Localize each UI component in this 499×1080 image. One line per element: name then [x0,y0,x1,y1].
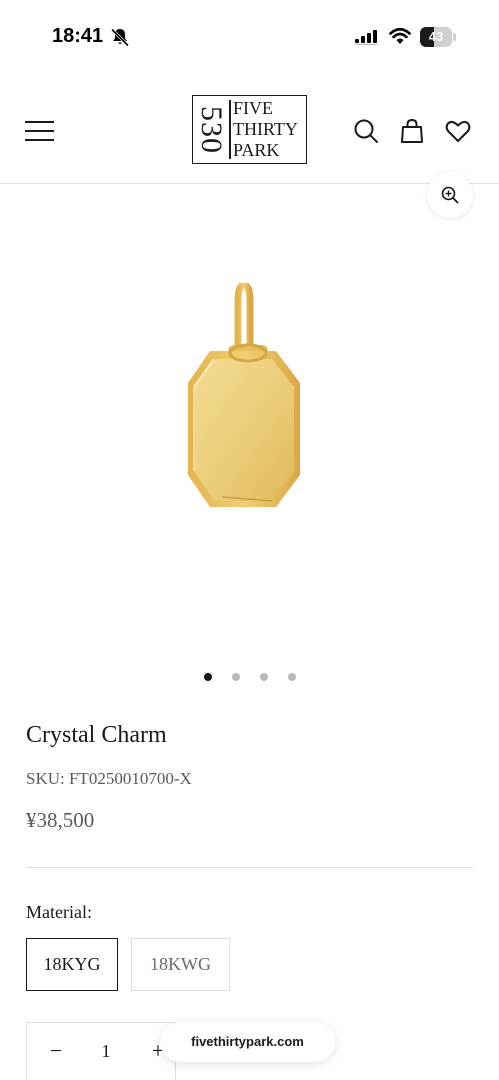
bell-slash-icon [110,28,130,47]
gallery-dot-1[interactable] [203,673,212,681]
quantity-stepper: − 1 + [26,1022,176,1080]
battery-level: 43 [428,29,444,44]
heart-icon[interactable] [444,117,472,145]
product-sku: SKU: FT0250010700-X [26,769,192,788]
gallery-dot-4[interactable] [287,673,296,681]
gallery-dot-3[interactable] [259,673,268,681]
status-bar: 18:41 43 [0,0,499,70]
product-price: ¥38,500 [26,808,95,832]
browser-url-bar[interactable]: fivethirtypark.com [160,1022,335,1062]
divider [26,867,473,868]
quantity-decrease-button[interactable]: − [27,1023,85,1080]
material-option-18kwg[interactable]: 18KWG [131,938,230,991]
battery-icon: 43 [420,27,456,47]
menu-icon[interactable] [25,120,55,142]
logo-number: 530 [195,106,228,154]
status-time: 18:41 [52,25,104,47]
logo-word-five: FIVE [233,98,273,118]
gallery-pagination [0,673,499,683]
zoom-in-icon [441,186,459,204]
search-icon[interactable] [352,117,380,145]
product-image[interactable] [182,283,312,509]
site-header: 530 FIVE THIRTY PARK [0,70,499,184]
logo-word-park: PARK [233,140,280,160]
zoom-button[interactable] [427,172,473,218]
logo-word-thirty: THIRTY [233,119,298,139]
quantity-value[interactable]: 1 [85,1023,127,1080]
product-title: Crystal Charm [26,722,167,748]
signal-icon [355,30,377,45]
material-option-18kyg[interactable]: 18KYG [26,938,118,991]
material-label: Material: [26,902,92,922]
gallery-dot-2[interactable] [231,673,240,681]
wifi-icon [389,27,411,44]
product-gallery[interactable] [0,172,499,700]
bag-icon[interactable] [398,117,426,145]
site-logo[interactable]: 530 FIVE THIRTY PARK [192,95,307,164]
